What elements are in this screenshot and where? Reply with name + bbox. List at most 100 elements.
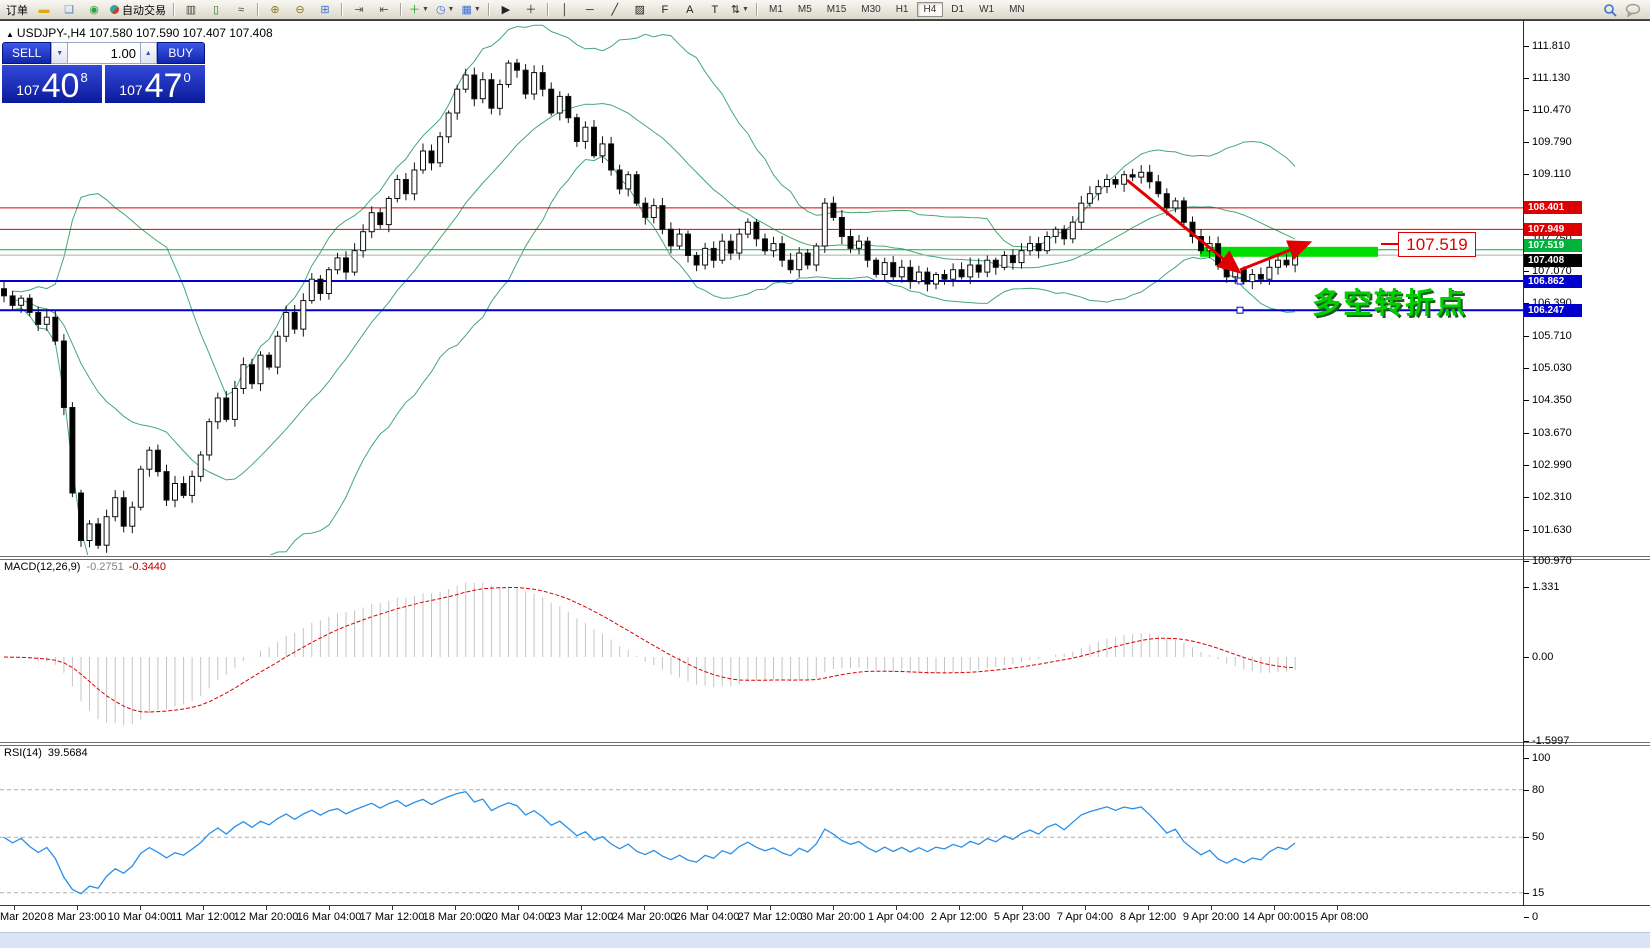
y-axis-tick-mark	[1524, 142, 1529, 143]
turning-point-annotation[interactable]: 多空转折点	[1312, 280, 1467, 322]
macd-tick-mark	[1524, 587, 1529, 588]
y-axis-tick: 102.990	[1532, 459, 1572, 471]
buy-button[interactable]: BUY	[157, 42, 205, 64]
y-axis-tick-mark	[1524, 271, 1529, 272]
x-axis-tick-mark	[203, 906, 204, 910]
chart-canvas[interactable]	[0, 0, 1650, 947]
x-axis-label: 30 Mar 20:00	[801, 911, 866, 923]
sell-button[interactable]: SELL	[2, 42, 51, 64]
x-axis-tick-mark	[1022, 906, 1023, 910]
rsi-label: RSI(14)39.5684	[4, 747, 88, 759]
macd-axis-label: -1.5997	[1532, 735, 1569, 747]
x-axis-tick-mark	[1211, 906, 1212, 910]
x-axis-label: 24 Mar 20:00	[612, 911, 677, 923]
x-axis-tick-mark	[1148, 906, 1149, 910]
x-axis-label: 2 Apr 12:00	[931, 911, 987, 923]
x-axis-tick-mark	[140, 906, 141, 910]
y-axis-tick: 102.310	[1532, 491, 1572, 503]
x-axis-label: 26 Mar 04:00	[675, 911, 740, 923]
price-axis-line	[1523, 20, 1524, 906]
rsi-splitter-2	[0, 745, 1650, 746]
x-axis-label: 10 Mar 04:00	[108, 911, 173, 923]
macd-splitter[interactable]	[0, 556, 1650, 557]
rsi-tick-mark	[1524, 837, 1529, 838]
rsi-axis-label: 0	[1532, 911, 1538, 923]
y-axis-tick: 110.470	[1532, 104, 1571, 116]
x-axis-label: 8 Mar 23:00	[48, 911, 107, 923]
price-badge: 108.401	[1524, 201, 1582, 214]
macd-label: MACD(12,26,9)-0.2751-0.3440	[4, 561, 166, 573]
x-axis-tick-mark	[329, 906, 330, 910]
y-axis-tick: 105.030	[1532, 362, 1572, 374]
x-axis-label: 5 Apr 23:00	[994, 911, 1050, 923]
chart-marker-icon: ▲	[6, 30, 14, 39]
price-tag-connector	[1381, 243, 1398, 245]
rsi-tick-mark	[1524, 917, 1529, 918]
time-axis-line	[0, 905, 1650, 906]
macd-signal-line	[4, 588, 1295, 713]
buy-price-button[interactable]: 107470	[105, 65, 205, 103]
buy-price-small: 107	[119, 82, 142, 98]
price-badge: 107.519	[1524, 239, 1582, 252]
x-axis-label: 15 Apr 08:00	[1306, 911, 1368, 923]
y-axis-tick-mark	[1524, 497, 1529, 498]
y-axis-tick: 109.110	[1532, 168, 1571, 180]
y-axis-tick-mark	[1524, 433, 1529, 434]
macd-axis-label: 1.331	[1532, 581, 1560, 593]
y-axis-tick-mark	[1524, 336, 1529, 337]
y-axis-tick-mark	[1524, 561, 1529, 562]
rsi-axis-label: 100	[1532, 752, 1550, 764]
y-axis-tick: 111.130	[1532, 72, 1570, 84]
price-badge: 106.862	[1524, 275, 1582, 288]
y-axis-tick-mark	[1524, 46, 1529, 47]
y-axis-tick: 103.670	[1532, 427, 1572, 439]
x-axis-label: 14 Apr 00:00	[1243, 911, 1305, 923]
macd-tick-mark	[1524, 741, 1529, 742]
x-axis-tick-mark	[770, 906, 771, 910]
y-axis-tick-mark	[1524, 465, 1529, 466]
x-axis-tick-mark	[266, 906, 267, 910]
x-axis-tick-mark	[896, 906, 897, 910]
y-axis-tick: 100.970	[1532, 555, 1572, 567]
x-axis-label: 11 Mar 12:00	[171, 911, 235, 923]
x-axis-tick-mark	[644, 906, 645, 910]
volume-down-button[interactable]: ▼	[51, 42, 68, 64]
macd-histogram	[4, 583, 1295, 726]
chart-symbol-title: ▲USDJPY-,H4 107.580 107.590 107.407 107.…	[6, 26, 273, 40]
rsi-levels	[0, 790, 1523, 893]
x-axis-label: 12 Mar 20:00	[234, 911, 299, 923]
volume-input[interactable]	[68, 42, 140, 64]
x-axis-tick-mark	[581, 906, 582, 910]
status-strip	[0, 932, 1650, 948]
price-badge: 106.247	[1524, 304, 1582, 317]
x-axis-label: 1 Apr 04:00	[868, 911, 924, 923]
x-axis-label: 27 Mar 12:00	[738, 911, 803, 923]
buy-price-sup: 0	[183, 70, 190, 85]
x-axis-label: 7 Apr 04:00	[1057, 911, 1113, 923]
x-axis-label: 16 Mar 04:00	[297, 911, 362, 923]
y-axis-tick-mark	[1524, 368, 1529, 369]
rsi-axis-label: 80	[1532, 784, 1544, 796]
x-axis-label: 17 Mar 12:00	[360, 911, 425, 923]
y-axis-tick: 104.350	[1532, 394, 1572, 406]
rsi-tick-mark	[1524, 790, 1529, 791]
rsi-splitter[interactable]	[0, 742, 1650, 743]
toolbar-divider	[0, 20, 1650, 21]
macd-splitter-2	[0, 559, 1650, 560]
x-axis-tick-mark	[707, 906, 708, 910]
x-axis-tick-mark	[455, 906, 456, 910]
y-axis-tick-mark	[1524, 174, 1529, 175]
y-axis-tick-mark	[1524, 110, 1529, 111]
rsi-axis-label: 50	[1532, 831, 1544, 843]
sell-price-button[interactable]: 107408	[2, 65, 102, 103]
rsi-axis-label: 15	[1532, 887, 1544, 899]
x-axis-tick-mark	[959, 906, 960, 910]
rsi-tick-mark	[1524, 758, 1529, 759]
volume-up-button[interactable]: ▲	[140, 42, 157, 64]
x-axis-tick-mark	[518, 906, 519, 910]
support-price-tag[interactable]: 107.519	[1398, 232, 1476, 257]
x-axis-tick-mark	[833, 906, 834, 910]
sell-price-big: 40	[42, 71, 80, 101]
buy-price-big: 47	[145, 71, 183, 101]
y-axis-tick-mark	[1524, 530, 1529, 531]
